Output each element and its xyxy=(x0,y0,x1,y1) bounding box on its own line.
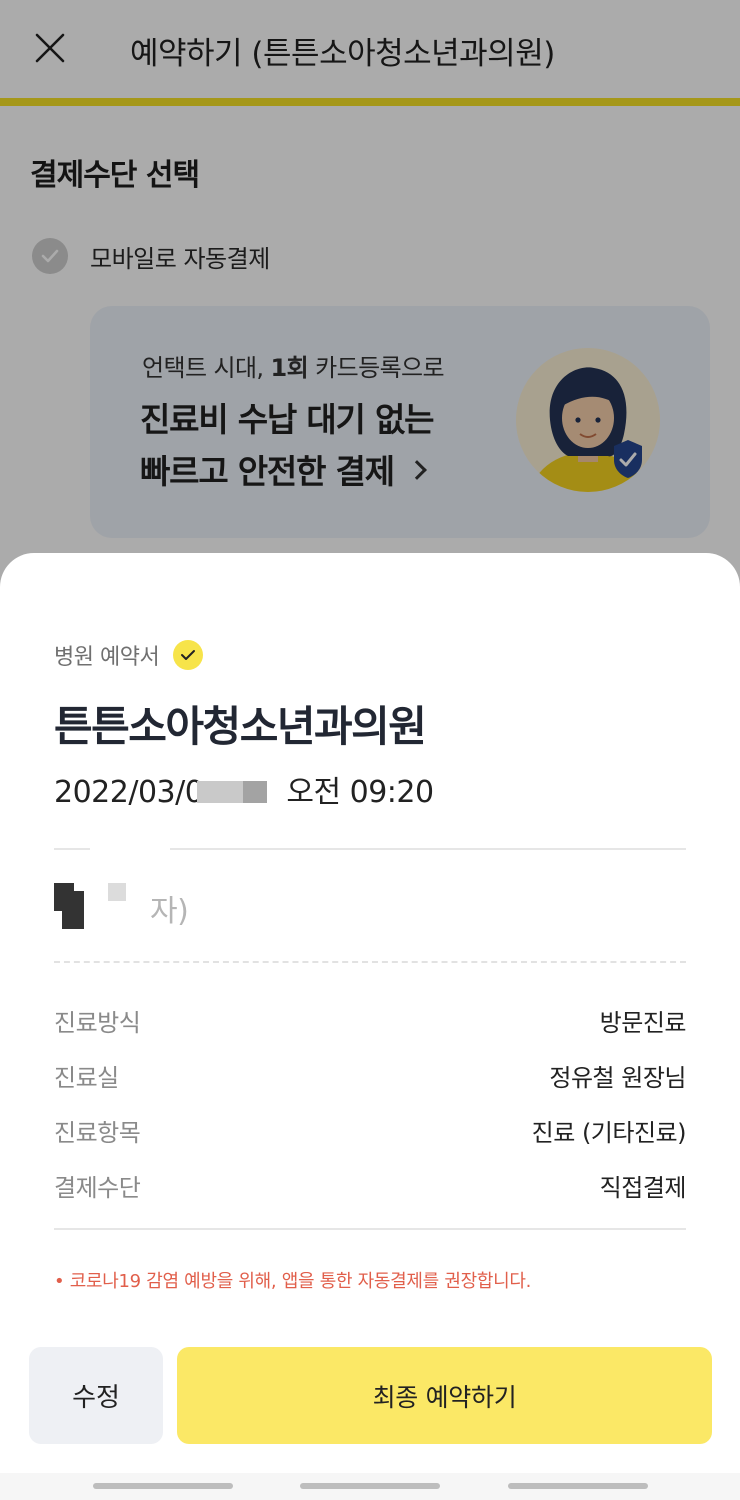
info-value: 진료 (기타진료) xyxy=(531,1118,687,1147)
dashed-divider xyxy=(54,961,686,963)
redaction-block xyxy=(197,781,244,803)
redaction-block xyxy=(62,891,84,929)
info-row-item: 진료항목 진료 (기타진료) xyxy=(54,1103,687,1157)
info-value: 직접결제 xyxy=(599,1173,687,1202)
confirm-reservation-button[interactable]: 최종 예약하기 xyxy=(177,1347,712,1444)
divider xyxy=(170,848,686,850)
nav-handle[interactable] xyxy=(93,1483,233,1489)
nav-handle[interactable] xyxy=(300,1483,440,1489)
reservation-time: 오전 09:20 xyxy=(286,775,434,810)
nav-handle[interactable] xyxy=(508,1483,648,1489)
reservation-summary-sheet: 병원 예약서 튼튼소아청소년과의원 2022/03/0 오전 09:20 자) … xyxy=(0,553,740,1500)
edit-button[interactable]: 수정 xyxy=(29,1347,163,1444)
patient-row: 자) xyxy=(54,883,354,929)
sheet-label-row: 병원 예약서 xyxy=(54,639,204,671)
divider xyxy=(54,1228,686,1230)
info-key: 결제수단 xyxy=(54,1173,141,1202)
reservation-date: 2022/03/0 xyxy=(54,775,204,810)
info-key: 진료실 xyxy=(54,1063,119,1092)
redaction-block xyxy=(108,883,126,901)
system-nav-bar xyxy=(0,1473,740,1500)
sheet-label: 병원 예약서 xyxy=(54,645,160,670)
info-value: 정유철 원장님 xyxy=(549,1063,686,1092)
reservation-info-list: 진료방식 방문진료 진료실 정유철 원장님 진료항목 진료 (기타진료) 결제수… xyxy=(54,993,687,1213)
redaction-block xyxy=(243,781,268,803)
info-row-payment: 결제수단 직접결제 xyxy=(54,1158,687,1212)
info-row-room: 진료실 정유철 원장님 xyxy=(54,1048,686,1102)
divider xyxy=(54,848,90,850)
info-key: 진료방식 xyxy=(54,1008,141,1037)
patient-relation: 자) xyxy=(150,894,189,929)
info-row-method: 진료방식 방문진료 xyxy=(54,993,687,1047)
hospital-name: 튼튼소아청소년과의원 xyxy=(54,702,427,751)
info-value: 방문진료 xyxy=(599,1008,687,1037)
info-key: 진료항목 xyxy=(54,1118,141,1147)
yellow-check-icon xyxy=(173,640,204,670)
reservation-datetime: 2022/03/0 오전 09:20 xyxy=(54,767,434,811)
covid-notice: • 코로나19 감염 예방을 위해, 앱을 통한 자동결제를 권장합니다. xyxy=(54,1271,532,1292)
